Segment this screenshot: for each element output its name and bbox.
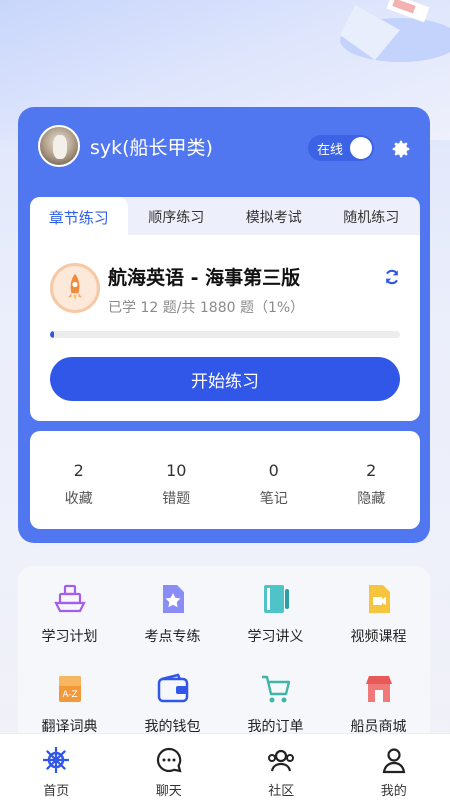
tab-mock-exam[interactable]: 模拟考试: [225, 197, 323, 237]
progress-bar: [50, 331, 400, 338]
username: syk(船长甲类): [90, 136, 213, 159]
stat-value: 2: [366, 461, 377, 480]
notebook-icon: [263, 585, 289, 613]
community-icon: [268, 749, 295, 772]
video-document-icon: [368, 585, 390, 613]
chat-icon: [156, 747, 182, 773]
avatar[interactable]: [38, 125, 80, 167]
nav-label: 我的: [380, 784, 407, 799]
dictionary-icon: A-Z: [58, 676, 81, 702]
start-practice-button[interactable]: 开始练习: [50, 357, 400, 401]
stat-label: 错题: [162, 491, 191, 507]
grid-label: 考点专练: [144, 629, 201, 645]
practice-panel: 航海英语 - 海事第三版 已学 12 题/共 1880 题（1%） 开始练习: [30, 235, 420, 421]
progress-fill: [50, 331, 54, 338]
tab-chapter-practice[interactable]: 章节练习: [30, 197, 128, 237]
grid-label: 视频课程: [350, 629, 407, 645]
practice-tabs: 章节练习 顺序练习 模拟考试 随机练习: [30, 197, 420, 237]
stat-hidden[interactable]: 2 隐藏: [323, 431, 421, 529]
rocket-icon: [50, 263, 100, 313]
tab-sequential-practice[interactable]: 顺序练习: [128, 197, 226, 237]
feature-grid: 学习计划 考点专练 学习讲义 视频课程 A-Z 翻译词典 我的钱包 我的订单 船…: [18, 566, 430, 746]
grid-item-key-points[interactable]: 考点专练: [121, 578, 224, 668]
refresh-icon[interactable]: [382, 267, 402, 287]
user-row: syk(船长甲类): [38, 125, 213, 167]
wallet-icon: [157, 673, 188, 703]
grid-label: 学习计划: [41, 629, 98, 645]
status-label: 在线: [317, 142, 344, 158]
cart-icon: [261, 675, 290, 703]
stats-panel: 2 收藏 10 错题 0 笔记 2 隐藏: [30, 431, 420, 529]
online-status-toggle[interactable]: 在线: [308, 135, 374, 161]
nav-label: 首页: [43, 784, 70, 799]
grid-item-handouts[interactable]: 学习讲义: [224, 578, 327, 668]
store-icon: [365, 676, 392, 702]
stat-label: 隐藏: [357, 491, 386, 507]
progress-text: 已学 12 题/共 1880 题（1%）: [108, 300, 305, 316]
stat-value: 0: [268, 461, 279, 480]
nav-item-home[interactable]: 首页: [0, 734, 113, 800]
book-title: 航海英语 - 海事第三版: [108, 267, 301, 289]
svg-text:A-Z: A-Z: [62, 690, 77, 700]
ship-icon: [53, 584, 86, 613]
nav-item-profile[interactable]: 我的: [338, 734, 450, 800]
helm-icon: [43, 747, 70, 773]
grid-item-study-plan[interactable]: 学习计划: [18, 578, 121, 668]
tab-random-practice[interactable]: 随机练习: [323, 197, 421, 237]
toggle-knob: [350, 137, 372, 159]
stat-value: 2: [73, 461, 84, 480]
nav-item-community[interactable]: 社区: [225, 734, 338, 800]
hero-illustration-icon: [340, 0, 450, 62]
gear-icon[interactable]: [390, 138, 412, 160]
nav-label: 聊天: [155, 784, 182, 799]
grid-item-video-courses[interactable]: 视频课程: [327, 578, 430, 668]
study-card: syk(船长甲类) 在线 章节练习 顺序练习 模拟考试 随机练习 航海英语 - …: [18, 107, 430, 543]
star-document-icon: [162, 585, 184, 613]
stat-favorites[interactable]: 2 收藏: [30, 431, 128, 529]
stat-label: 收藏: [64, 491, 93, 507]
nav-item-chat[interactable]: 聊天: [113, 734, 226, 800]
bottom-navigation: 首页 聊天 社区 我的: [0, 733, 450, 800]
stat-label: 笔记: [259, 491, 288, 507]
stat-value: 10: [166, 461, 187, 480]
stat-notes[interactable]: 0 笔记: [225, 431, 323, 529]
nav-label: 社区: [268, 784, 295, 799]
grid-label: 学习讲义: [247, 629, 304, 645]
profile-icon: [382, 748, 406, 774]
stat-wrong-questions[interactable]: 10 错题: [128, 431, 226, 529]
